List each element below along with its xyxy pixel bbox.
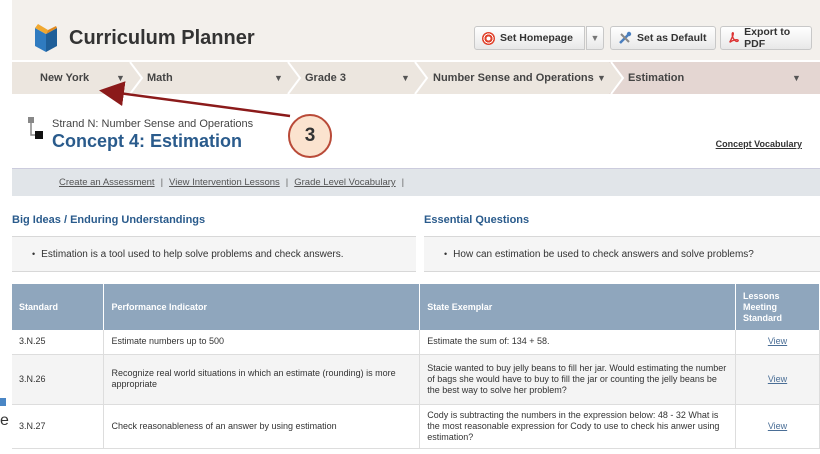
chevron-down-icon[interactable]: ▼ [792, 62, 801, 94]
essential-questions-heading: Essential Questions [424, 214, 530, 226]
lessons-cell: View [735, 404, 820, 449]
slide-edge-marker [0, 398, 6, 406]
view-lessons-link[interactable]: View [768, 336, 787, 346]
set-homepage-label: Set Homepage [500, 32, 573, 44]
breadcrumb: New York ▼ Math ▼ Grade 3 ▼ Number Sense… [12, 62, 820, 94]
chevron-down-icon[interactable]: ▼ [116, 62, 125, 94]
strand-tree-icon [28, 117, 43, 139]
chevron-down-icon[interactable]: ▼ [274, 62, 283, 94]
big-ideas-heading: Big Ideas / Enduring Understandings [12, 214, 206, 226]
annotation-number-badge: 3 [288, 114, 332, 158]
export-pdf-button[interactable]: Export to PDF [720, 26, 812, 50]
grade-level-vocabulary-link[interactable]: Grade Level Vocabulary [294, 177, 395, 188]
tools-icon [619, 31, 632, 44]
table-row: 3.N.26 Recognize real world situations i… [12, 354, 820, 405]
table-row: 3.N.27 Check reasonableness of an answer… [12, 404, 820, 449]
chevron-down-icon[interactable]: ▼ [401, 62, 410, 94]
chevron-down-icon: ▼ [590, 33, 600, 43]
bullet-icon: • [444, 249, 448, 259]
standards-table: Standard Performance Indicator State Exe… [12, 284, 820, 449]
set-default-label: Set as Default [637, 32, 707, 44]
breadcrumb-strand[interactable]: Number Sense and Operations [433, 62, 594, 94]
table-row: 3.N.25 Estimate numbers up to 500 Estima… [12, 330, 820, 355]
table-header-row: Standard Performance Indicator State Exe… [12, 284, 820, 330]
link-separator: | [160, 177, 164, 188]
export-pdf-label: Export to PDF [744, 26, 791, 50]
app-title: Curriculum Planner [69, 27, 255, 49]
standard-cell: 3.N.27 [12, 404, 105, 449]
action-links-bar: Create an Assessment | View Intervention… [12, 168, 820, 196]
column-header-state-exemplar: State Exemplar [419, 284, 736, 330]
set-homepage-button[interactable]: Set Homepage [474, 26, 585, 50]
essential-questions-list: • How can estimation be used to check an… [424, 236, 820, 272]
view-lessons-link[interactable]: View [768, 374, 787, 384]
breadcrumb-separator [609, 62, 625, 94]
curriculum-planner-app: Curriculum Planner Set Homepage ▼ Set as… [12, 0, 820, 454]
slide-edge-text: e [0, 412, 9, 429]
breadcrumb-separator [414, 62, 429, 94]
big-ideas-list: • Estimation is a tool used to help solv… [12, 236, 416, 272]
column-header-lessons: Lessons Meeting Standard [735, 284, 820, 330]
link-separator: | [285, 177, 289, 188]
breadcrumb-subject[interactable]: Math [147, 62, 173, 94]
pdf-icon [729, 32, 739, 43]
view-intervention-lessons-link[interactable]: View Intervention Lessons [169, 177, 280, 188]
standard-cell: 3.N.26 [12, 354, 105, 405]
breadcrumb-state[interactable]: New York [40, 62, 89, 94]
breadcrumb-separator [287, 62, 302, 94]
indicator-cell: Estimate numbers up to 500 [103, 330, 421, 355]
lessons-cell: View [735, 330, 820, 355]
indicator-cell: Recognize real world situations in which… [103, 354, 421, 405]
exemplar-cell: Estimate the sum of: 134 + 58. [419, 330, 736, 355]
exemplar-cell: Stacie wanted to buy jelly beans to fill… [419, 354, 736, 405]
chevron-down-icon[interactable]: ▼ [597, 62, 606, 94]
big-ideas-item: Estimation is a tool used to help solve … [41, 248, 344, 260]
column-header-performance-indicator: Performance Indicator [103, 284, 421, 330]
breadcrumb-separator [129, 62, 144, 94]
bullet-icon: • [32, 249, 36, 259]
app-header: Curriculum Planner Set Homepage ▼ Set as… [12, 0, 820, 60]
concept-vocabulary-link[interactable]: Concept Vocabulary [716, 139, 802, 149]
exemplar-cell: Cody is subtracting the numbers in the e… [419, 404, 736, 449]
column-header-standard: Standard [12, 284, 105, 330]
strand-label: Strand N: Number Sense and Operations [52, 118, 254, 130]
indicator-cell: Check reasonableness of an answer by usi… [103, 404, 421, 449]
standard-cell: 3.N.25 [12, 330, 105, 355]
page-title: Concept 4: Estimation [52, 131, 243, 151]
page: e Curriculum Planner Set Homepage ▼ Set … [0, 0, 820, 454]
breadcrumb-grade[interactable]: Grade 3 [305, 62, 346, 94]
book-logo-icon [35, 24, 57, 52]
homepage-dropdown-button[interactable]: ▼ [586, 26, 604, 50]
link-separator: | [401, 177, 405, 188]
view-lessons-link[interactable]: View [768, 421, 787, 431]
target-icon [482, 31, 495, 45]
lessons-cell: View [735, 354, 820, 405]
breadcrumb-concept[interactable]: Estimation [628, 62, 684, 94]
set-default-button[interactable]: Set as Default [610, 26, 716, 50]
create-assessment-link[interactable]: Create an Assessment [59, 177, 155, 188]
essential-questions-item: How can estimation be used to check answ… [453, 248, 754, 260]
